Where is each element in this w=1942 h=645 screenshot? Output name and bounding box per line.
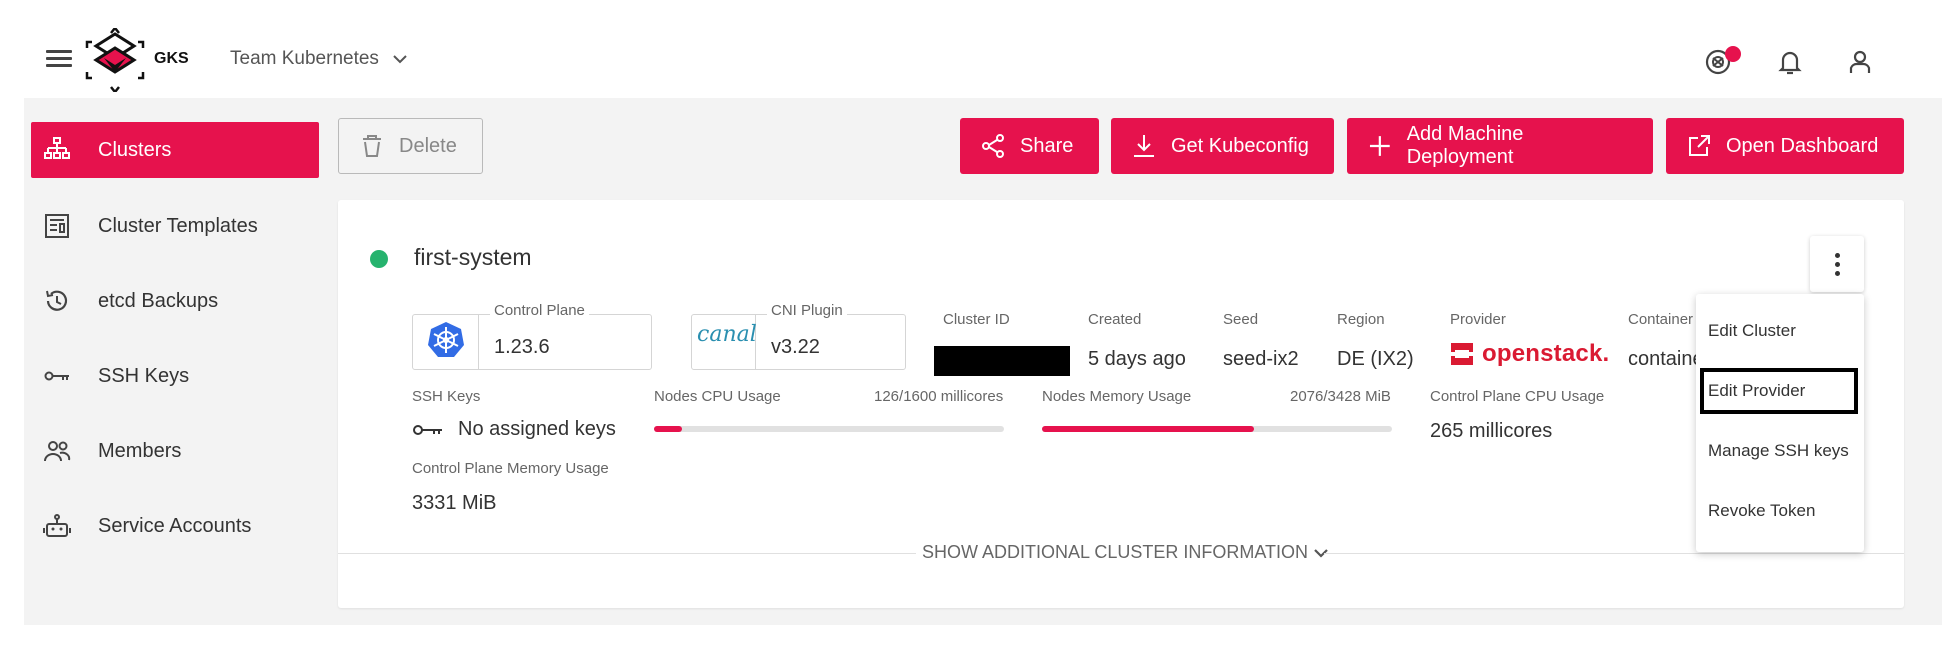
cni-plugin-label: CNI Plugin (767, 302, 847, 319)
control-plane-cpu-label: Control Plane CPU Usage (1430, 388, 1605, 405)
nodes-memory-bar-fill (1042, 426, 1254, 432)
cluster-id-redacted (934, 346, 1070, 376)
show-additional-info-button[interactable]: SHOW ADDITIONAL CLUSTER INFORMATION (922, 542, 1328, 563)
openstack-logo: openstack. (1448, 340, 1609, 368)
share-button-label: Share (1020, 134, 1074, 157)
share-icon (982, 134, 1004, 158)
region-value: DE (IX2) (1337, 348, 1414, 370)
region-label: Region (1337, 311, 1385, 328)
cni-plugin-version: v3.22 (771, 336, 820, 358)
key-icon (43, 362, 71, 390)
sidebar-item-members[interactable]: Members (31, 423, 319, 479)
menu-item-edit-cluster[interactable]: Edit Cluster (1696, 308, 1864, 354)
top-bar: GKS Team Kubernetes (0, 0, 1942, 98)
seed-value: seed-ix2 (1223, 348, 1299, 370)
get-kubeconfig-button[interactable]: Get Kubeconfig (1111, 118, 1334, 174)
container-value: containe (1628, 348, 1704, 370)
sidebar-item-label: Members (98, 439, 182, 462)
show-additional-info-label: SHOW ADDITIONAL CLUSTER INFORMATION (922, 542, 1309, 562)
nodes-memory-label: Nodes Memory Usage (1042, 388, 1192, 405)
container-label: Container (1628, 311, 1694, 328)
sidebar-item-label: Cluster Templates (98, 214, 258, 237)
hamburger-menu-icon[interactable] (46, 50, 72, 68)
team-name: Team Kubernetes (230, 48, 379, 69)
user-icon[interactable] (1844, 46, 1876, 78)
notification-badge (1725, 46, 1741, 62)
members-icon (43, 437, 71, 465)
control-plane-memory-label: Control Plane Memory Usage (412, 460, 609, 477)
delete-button[interactable]: Delete (338, 118, 483, 174)
nodes-memory-bar (1042, 426, 1392, 432)
cluster-name: first-system (414, 244, 532, 270)
sidebar-item-clusters[interactable]: Clusters (31, 122, 319, 178)
add-machine-deployment-button[interactable]: Add Machine Deployment (1347, 118, 1653, 174)
gks-logo-icon[interactable] (84, 27, 146, 93)
control-plane-label: Control Plane (490, 302, 589, 319)
open-dashboard-button-label: Open Dashboard (1726, 134, 1879, 157)
nodes-cpu-bar-fill (654, 426, 682, 432)
sitemap-icon (43, 136, 71, 164)
download-icon (1134, 135, 1154, 157)
get-kubeconfig-button-label: Get Kubeconfig (1171, 134, 1309, 157)
robot-icon (43, 512, 71, 540)
ssh-keys-label: SSH Keys (412, 388, 481, 405)
nodes-cpu-label: Nodes CPU Usage (654, 388, 781, 405)
template-icon (43, 212, 71, 240)
control-plane-cpu-value: 265 millicores (1430, 420, 1553, 442)
created-label: Created (1088, 311, 1142, 328)
cluster-actions-menu: Edit Cluster Edit Provider Manage SSH ke… (1696, 294, 1864, 552)
more-options-icon[interactable] (1810, 236, 1864, 292)
sidebar-item-cluster-templates[interactable]: Cluster Templates (31, 198, 319, 254)
divider (1324, 553, 1904, 554)
open-dashboard-button[interactable]: Open Dashboard (1666, 118, 1904, 174)
share-button[interactable]: Share (960, 118, 1099, 174)
history-icon (43, 287, 71, 315)
sidebar-item-service-accounts[interactable]: Service Accounts (31, 498, 319, 554)
divider (478, 314, 479, 370)
key-icon (413, 424, 442, 435)
control-plane-memory-value: 3331 MiB (412, 492, 497, 514)
created-value: 5 days ago (1088, 348, 1186, 370)
menu-item-revoke-token[interactable]: Revoke Token (1696, 488, 1864, 534)
provider-value: openstack. (1482, 340, 1610, 367)
cluster-status-indicator (370, 250, 388, 268)
ssh-keys-value: No assigned keys (458, 418, 616, 440)
sidebar-item-label: etcd Backups (98, 289, 219, 312)
cluster-id-label: Cluster ID (943, 311, 1010, 328)
openstack-icon (1451, 343, 1473, 365)
menu-item-manage-ssh-keys[interactable]: Manage SSH keys (1696, 428, 1864, 474)
plus-icon (1369, 136, 1390, 156)
external-link-icon (1689, 135, 1710, 156)
seed-label: Seed (1223, 311, 1259, 328)
trash-icon (363, 135, 381, 157)
nodes-memory-value: 2076/3428 MiB (1290, 388, 1391, 405)
divider (338, 553, 916, 554)
sidebar-item-label: SSH Keys (98, 364, 190, 387)
provider-label: Provider (1450, 311, 1506, 328)
sidebar-item-label: Clusters (98, 138, 172, 161)
sidebar-item-ssh-keys[interactable]: SSH Keys (31, 348, 319, 404)
logo-text: GKS (154, 50, 189, 67)
ssh-keys-value-row: No assigned keys (412, 418, 616, 441)
menu-item-edit-provider[interactable]: Edit Provider (1700, 368, 1858, 414)
nodes-cpu-value: 126/1600 millicores (874, 388, 1004, 405)
delete-button-label: Delete (399, 134, 457, 157)
canal-logo-text: canal (697, 322, 757, 347)
nodes-cpu-bar (654, 426, 1004, 432)
bell-icon[interactable] (1774, 46, 1806, 78)
team-selector[interactable]: Team Kubernetes (230, 48, 407, 70)
canal-logo: canal (697, 322, 757, 360)
chevron-down-icon (393, 55, 407, 64)
control-plane-version: 1.23.6 (494, 336, 550, 358)
sidebar-item-label: Service Accounts (98, 514, 252, 537)
add-machine-deployment-button-label: Add Machine Deployment (1406, 123, 1524, 168)
kubernetes-icon (426, 320, 466, 360)
sidebar-item-etcd-backups[interactable]: etcd Backups (31, 273, 319, 329)
